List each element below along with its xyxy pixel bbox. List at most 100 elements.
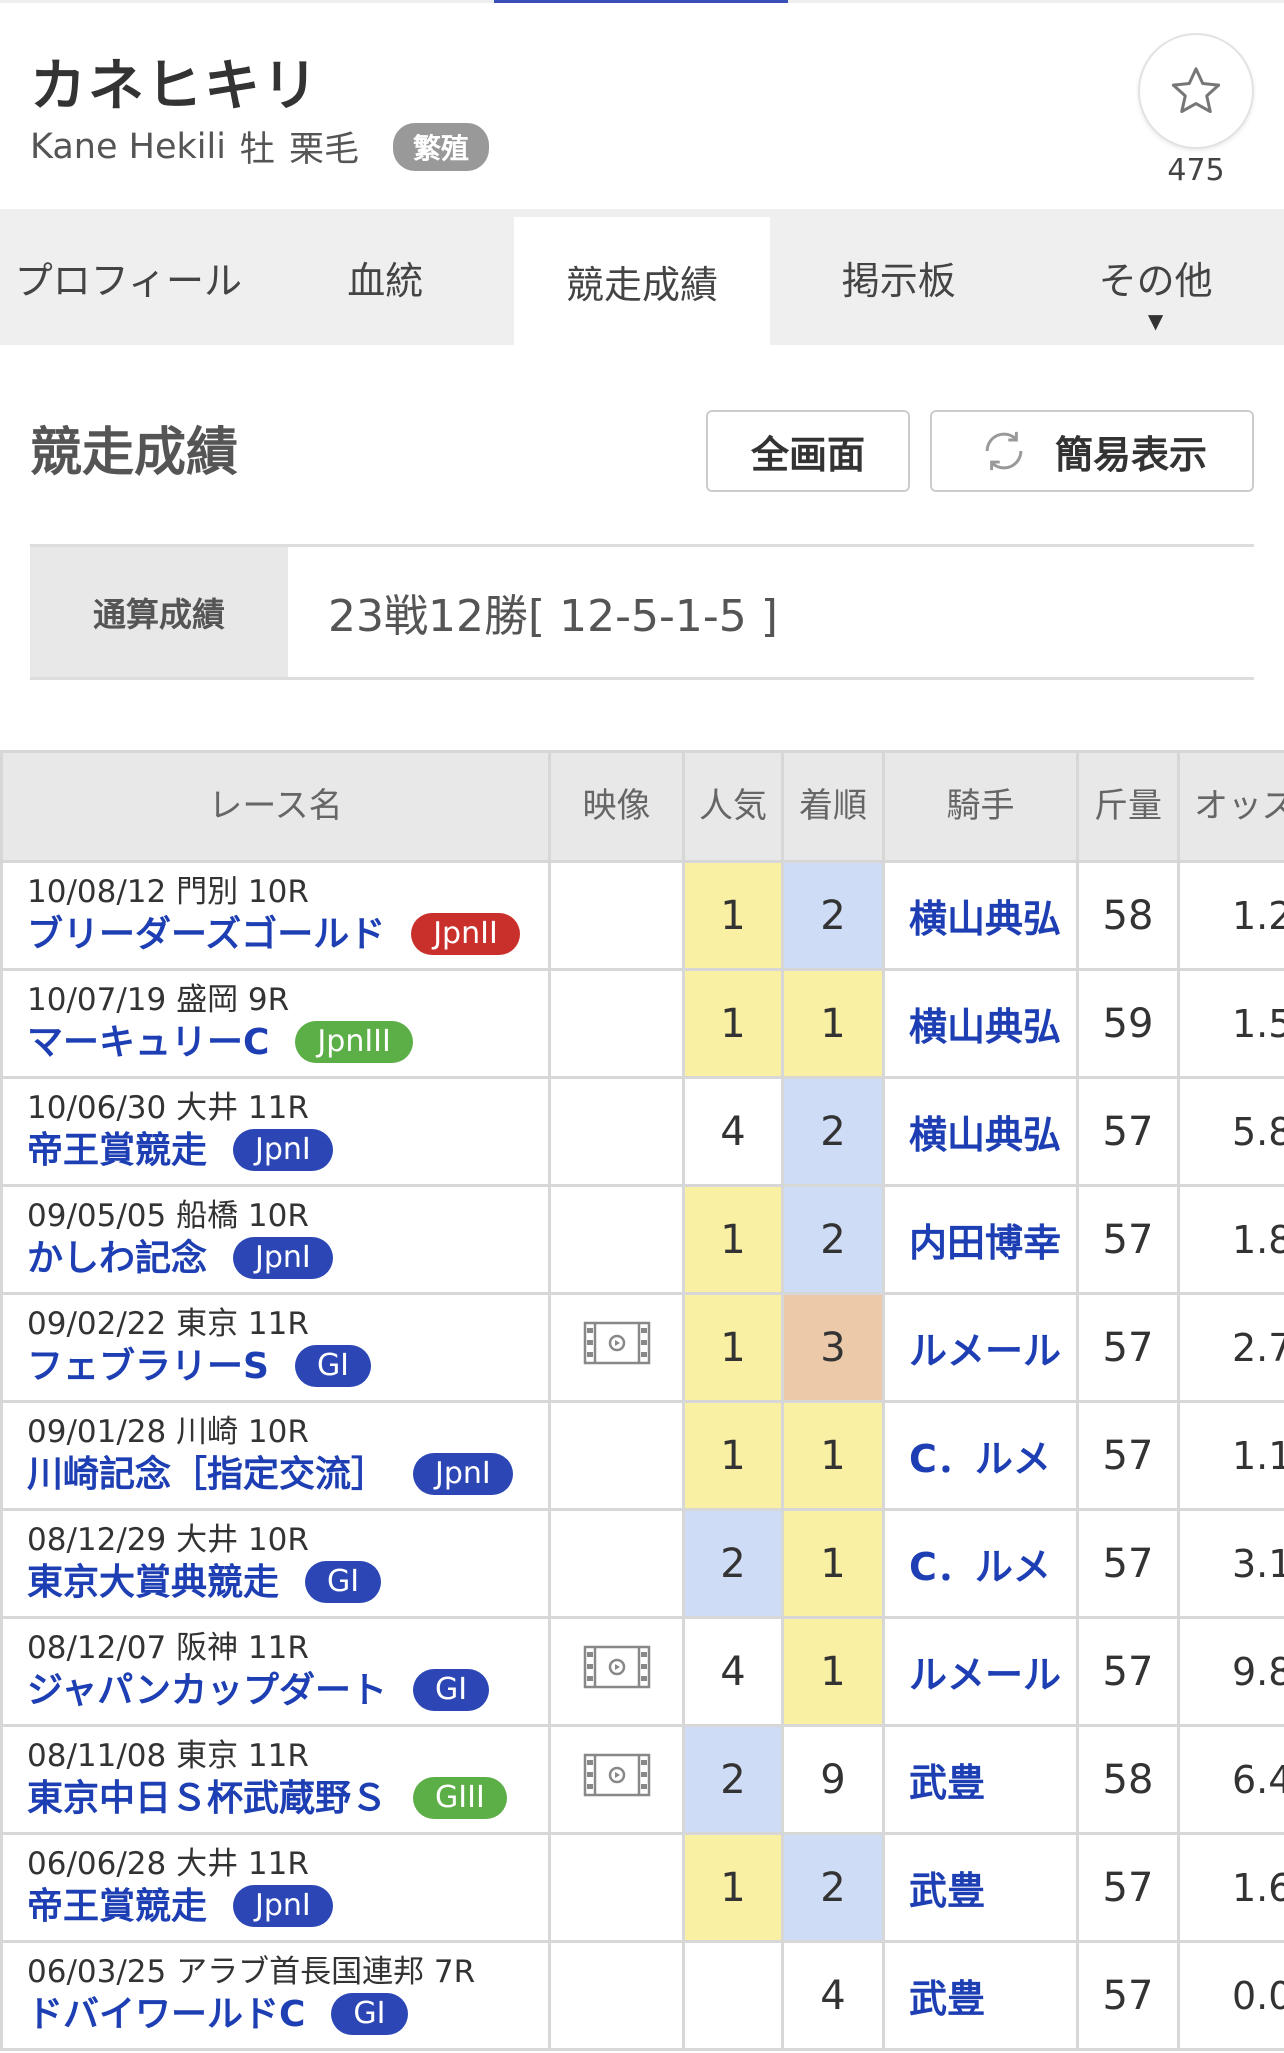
race-name-link[interactable]: 東京大賞典競走 [27,1560,279,1605]
caret-down-icon: ▼ [1147,309,1164,333]
tab-label: 血統 [347,258,424,303]
popularity-cell: 1 [682,1400,784,1511]
summary-label: 通算成績 [30,547,288,677]
race-date-venue: 09/01/28 川崎 10R [27,1414,309,1451]
video-cell [548,1184,685,1295]
video-cell [548,1832,685,1943]
race-name-link[interactable]: ドバイワールドC [27,1992,305,2037]
weight-cell: 58 [1076,1724,1180,1835]
race-cell: 06/03/25 アラブ首長国連邦 7R ドバイワールドC GI [0,1940,551,2051]
tab-other[interactable]: その他 ▼ [1027,209,1284,345]
race-cell: 08/12/07 阪神 11R ジャパンカップダート GI [0,1616,551,1727]
odds-cell: 1.1 [1177,1400,1284,1511]
race-date-venue: 10/08/12 門別 10R [27,874,309,911]
race-name-link[interactable]: ジャパンカップダート [27,1668,387,1713]
finish-cell: 2 [781,1832,885,1943]
tab-label: プロフィール [14,258,243,303]
fullscreen-button[interactable]: 全画面 [706,410,910,492]
video-cell [548,1508,685,1619]
race-name-link[interactable]: 帝王賞競走 [27,1884,207,1929]
odds-cell: 1.5 [1177,968,1284,1079]
career-summary: 通算成績 23戦12勝[ 12-5-1-5 ] [30,544,1254,680]
tab-bar: プロフィール 血統 競走成績 掲示板 その他 ▼ [0,209,1284,345]
table-row: 10/08/12 門別 10R ブリーダーズゴールド JpnII 1 2 横山典弘 58 1.… [0,860,1284,971]
favorite-count: 475 [1167,153,1225,188]
finish-cell: 2 [781,1184,885,1295]
race-date-venue: 10/07/19 盛岡 9R [27,982,290,1019]
odds-cell: 9.8 [1177,1616,1284,1727]
grade-badge: JpnII [411,913,520,956]
jockey-link[interactable]: 武豊 [882,1724,1079,1835]
race-name-link[interactable]: ブリーダーズゴールド [27,912,385,957]
header-finish: 着順 [781,750,885,863]
popularity-cell: 1 [682,1292,784,1403]
jockey-link[interactable]: 横山典弘 [882,968,1079,1079]
finish-cell: 1 [781,968,885,1079]
race-date-venue: 06/06/28 大井 11R [27,1846,309,1883]
race-name-link[interactable]: かしわ記念 [27,1236,207,1281]
tab-race-results[interactable]: 競走成績 [513,217,771,345]
jockey-link[interactable]: 横山典弘 [882,1076,1079,1187]
weight-cell: 57 [1076,1400,1180,1511]
film-icon[interactable] [583,1321,651,1365]
jockey-link[interactable]: C．ルメ [882,1508,1079,1619]
weight-cell: 57 [1076,1832,1180,1943]
odds-cell: 5.8 [1177,1076,1284,1187]
race-cell: 08/11/08 東京 11R 東京中日Ｓ杯武蔵野Ｓ GIII [0,1724,551,1835]
header-weight: 斤量 [1076,750,1180,863]
race-name-link[interactable]: 川崎記念［指定交流］ [27,1452,387,1497]
finish-cell: 3 [781,1292,885,1403]
video-cell [548,1724,685,1835]
horse-name-en: Kane Hekili [30,126,226,167]
table-row: 10/06/30 大井 11R帝王賞競走 JpnI 42横山典弘575.8 [0,1076,1284,1187]
simple-view-button[interactable]: 簡易表示 [930,410,1254,492]
favorite-button[interactable] [1138,33,1254,149]
weight-cell: 58 [1076,860,1180,971]
race-name-link[interactable]: 東京中日Ｓ杯武蔵野Ｓ [27,1776,387,1821]
tab-pedigree[interactable]: 血統 [257,209,514,345]
weight-cell: 57 [1076,1940,1180,2051]
finish-cell: 4 [781,1940,885,2051]
jockey-link[interactable]: ルメール [882,1292,1079,1403]
table-row: 06/03/25 アラブ首長国連邦 7RドバイワールドC GI 4武豊570.0 [0,1940,1284,2051]
tab-profile[interactable]: プロフィール [0,209,257,345]
film-icon[interactable] [583,1645,651,1689]
table-row: 09/01/28 川崎 10R川崎記念［指定交流］JpnI11C．ルメ571.1 [0,1400,1284,1511]
video-cell [548,1616,685,1727]
jockey-link[interactable]: 武豊 [882,1940,1079,2051]
race-name-link[interactable]: マーキュリーC [27,1020,269,1065]
race-name-link[interactable]: 帝王賞競走 [27,1128,207,1173]
jockey-link[interactable]: ルメール [882,1616,1079,1727]
race-cell: 09/05/05 船橋 10R かしわ記念 JpnI [0,1184,551,1295]
odds-cell: 0.0 [1177,1940,1284,2051]
jockey-link[interactable]: 武豊 [882,1832,1079,1943]
popularity-cell: 4 [682,1616,784,1727]
race-name-link[interactable]: フェブラリーS [27,1344,269,1389]
weight-cell: 57 [1076,1184,1180,1295]
finish-cell: 1 [781,1508,885,1619]
race-cell: 06/06/28 大井 11R 帝王賞競走 JpnI [0,1832,551,1943]
popularity-cell: 1 [682,860,784,971]
race-results-table: レース名 映像 人気 着順 騎手 斤量 オッズ 10/08/12 門別 10R ブ… [0,750,1284,2051]
grade-badge: GI [331,1993,408,2036]
popularity-cell: 1 [682,968,784,1079]
weight-cell: 57 [1076,1292,1180,1403]
film-icon[interactable] [583,1753,651,1797]
odds-cell: 1.2 [1177,860,1284,971]
weight-cell: 57 [1076,1616,1180,1727]
jockey-link[interactable]: C．ルメ [882,1400,1079,1511]
jockey-link[interactable]: 内田博幸 [882,1184,1079,1295]
grade-badge: JpnI [413,1453,513,1496]
header-popularity: 人気 [682,750,784,863]
jockey-link[interactable]: 横山典弘 [882,860,1079,971]
race-results-table-wrapper[interactable]: レース名 映像 人気 着順 騎手 斤量 オッズ 10/08/12 門別 10R ブ… [0,750,1284,2053]
tab-board[interactable]: 掲示板 [770,209,1027,345]
table-row: 08/12/07 阪神 11Rジャパンカップダート GI 41ルメール579.8 [0,1616,1284,1727]
race-cell: 10/08/12 門別 10R ブリーダーズゴールド JpnII [0,860,551,971]
weight-cell: 57 [1076,1508,1180,1619]
tab-label: 競走成績 [565,262,718,307]
odds-cell: 1.8 [1177,1184,1284,1295]
weight-cell: 59 [1076,968,1180,1079]
header-race: レース名 [0,750,551,863]
odds-cell: 6.4 [1177,1724,1284,1835]
